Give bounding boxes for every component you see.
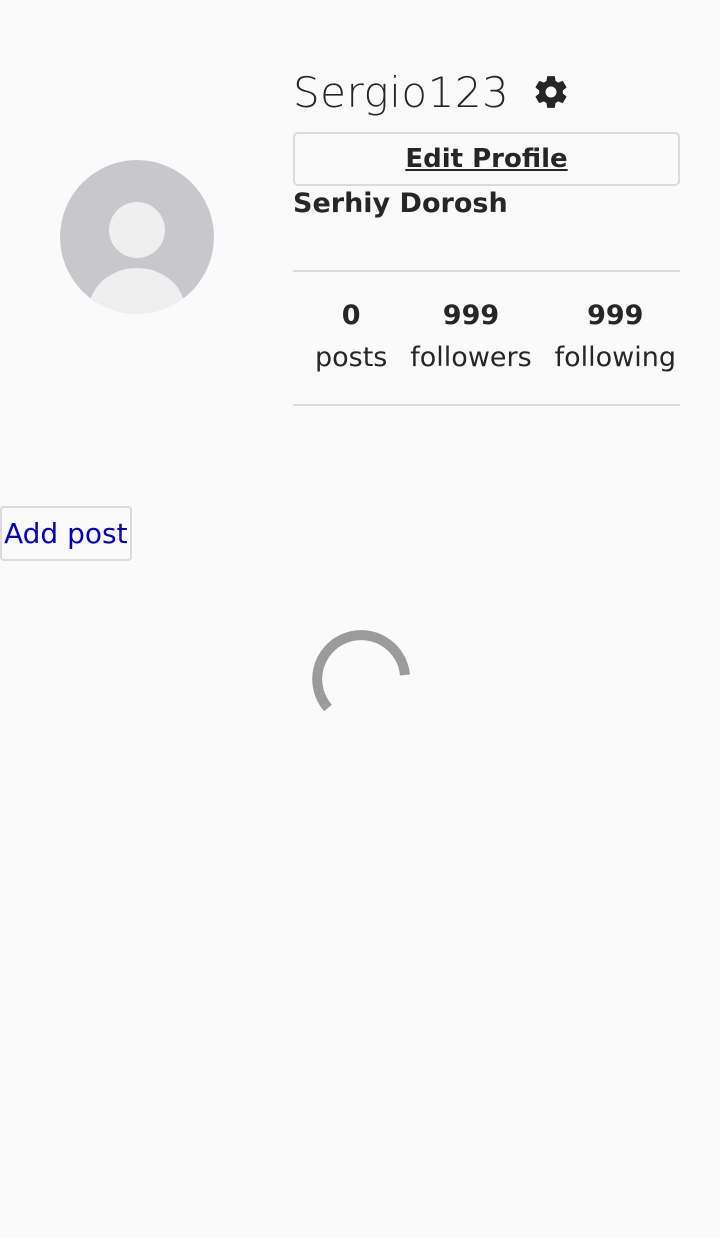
profile-stats: 0 posts 999 followers 999 following xyxy=(293,270,680,406)
stat-label: followers xyxy=(410,342,532,373)
username-row: Sergio123 xyxy=(293,62,571,122)
add-post-button[interactable]: Add post xyxy=(0,506,132,561)
loading-spinner-icon xyxy=(310,620,412,722)
stat-count: 999 xyxy=(442,300,500,331)
stat-count: 0 xyxy=(341,300,361,331)
stat-label: following xyxy=(554,342,676,373)
stat-count: 999 xyxy=(587,300,644,331)
stat-followers[interactable]: 999 followers xyxy=(410,296,531,380)
stat-label: posts xyxy=(315,342,388,373)
default-avatar-icon xyxy=(60,160,214,314)
avatar[interactable] xyxy=(60,160,214,314)
stat-following[interactable]: 999 following xyxy=(555,296,676,380)
full-name: Serhiy Dorosh xyxy=(293,188,508,219)
username: Sergio123 xyxy=(293,67,510,117)
stat-posts[interactable]: 0 posts xyxy=(315,296,387,380)
edit-profile-button[interactable]: Edit Profile xyxy=(293,132,680,186)
profile-page: Sergio123 Edit Profile Serhiy Dorosh 0 p… xyxy=(0,0,720,1238)
gear-icon[interactable] xyxy=(531,72,571,112)
